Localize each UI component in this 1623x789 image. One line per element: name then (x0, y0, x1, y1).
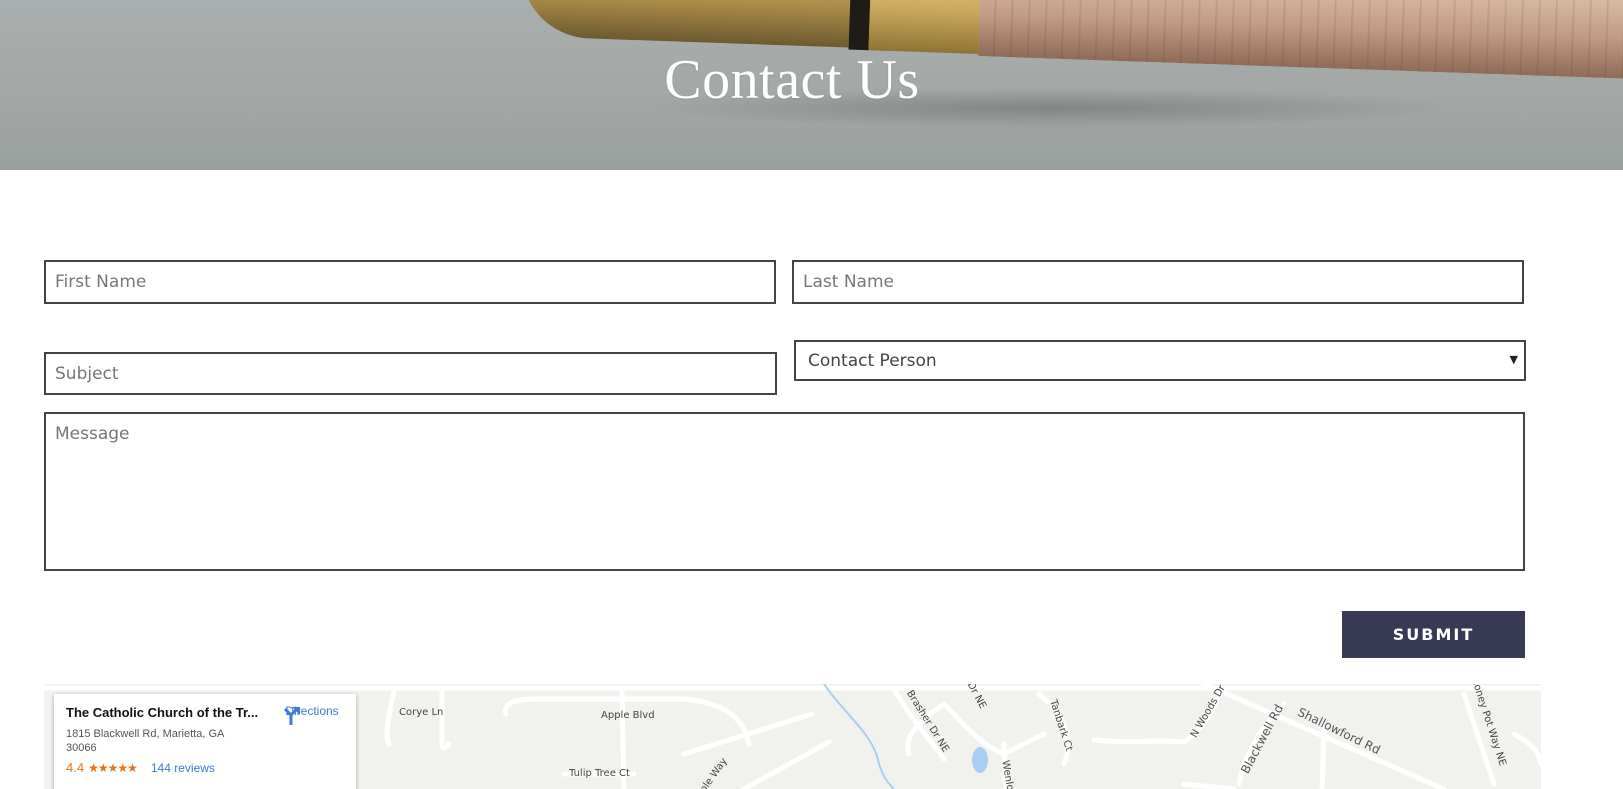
hero-banner: Contact Us (0, 0, 1623, 170)
pond (972, 747, 988, 773)
star-rating-icon: ★★★★★ (88, 760, 138, 775)
rating-value: 4.4 (66, 760, 85, 775)
street-label: Tulip Tree Ct (569, 768, 630, 779)
contact-person-select[interactable]: Contact Person ▼ (794, 340, 1526, 381)
message-placeholder: Message (55, 424, 130, 444)
first-name-input[interactable]: First Name (44, 260, 776, 304)
rating-row: 4.4 ★★★★★ 144 reviews (66, 760, 215, 775)
reviews-link[interactable]: 144 reviews (151, 761, 215, 775)
subject-placeholder: Subject (55, 363, 119, 384)
place-address: 1815 Blackwell Rd, Marietta, GA 30066 (66, 728, 224, 754)
pen-nib (518, 0, 852, 48)
creek (823, 684, 895, 789)
subject-input[interactable]: Subject (44, 352, 777, 395)
directions-icon (283, 707, 300, 725)
last-name-input[interactable]: Last Name (792, 260, 1524, 304)
directions-button[interactable]: Directions (280, 704, 344, 725)
street-label: Corye Ln (399, 707, 444, 718)
map-embed[interactable]: Corye Ln Apple Blvd Tulip Tree Ct ple Wa… (44, 684, 1541, 789)
pen-ring-gold (868, 0, 982, 55)
last-name-placeholder: Last Name (803, 272, 894, 292)
submit-button[interactable]: SUBMIT (1342, 611, 1525, 658)
contact-person-value: Contact Person (808, 350, 937, 371)
chevron-down-icon: ▼ (1509, 353, 1518, 366)
street-label: Apple Blvd (601, 710, 655, 721)
first-name-placeholder: First Name (55, 272, 147, 292)
message-textarea[interactable]: Message (44, 412, 1525, 571)
place-card: The Catholic Church of the Tr... 1815 Bl… (54, 694, 356, 789)
page-title: Contact Us (664, 49, 920, 111)
place-name[interactable]: The Catholic Church of the Tr... (66, 705, 266, 720)
